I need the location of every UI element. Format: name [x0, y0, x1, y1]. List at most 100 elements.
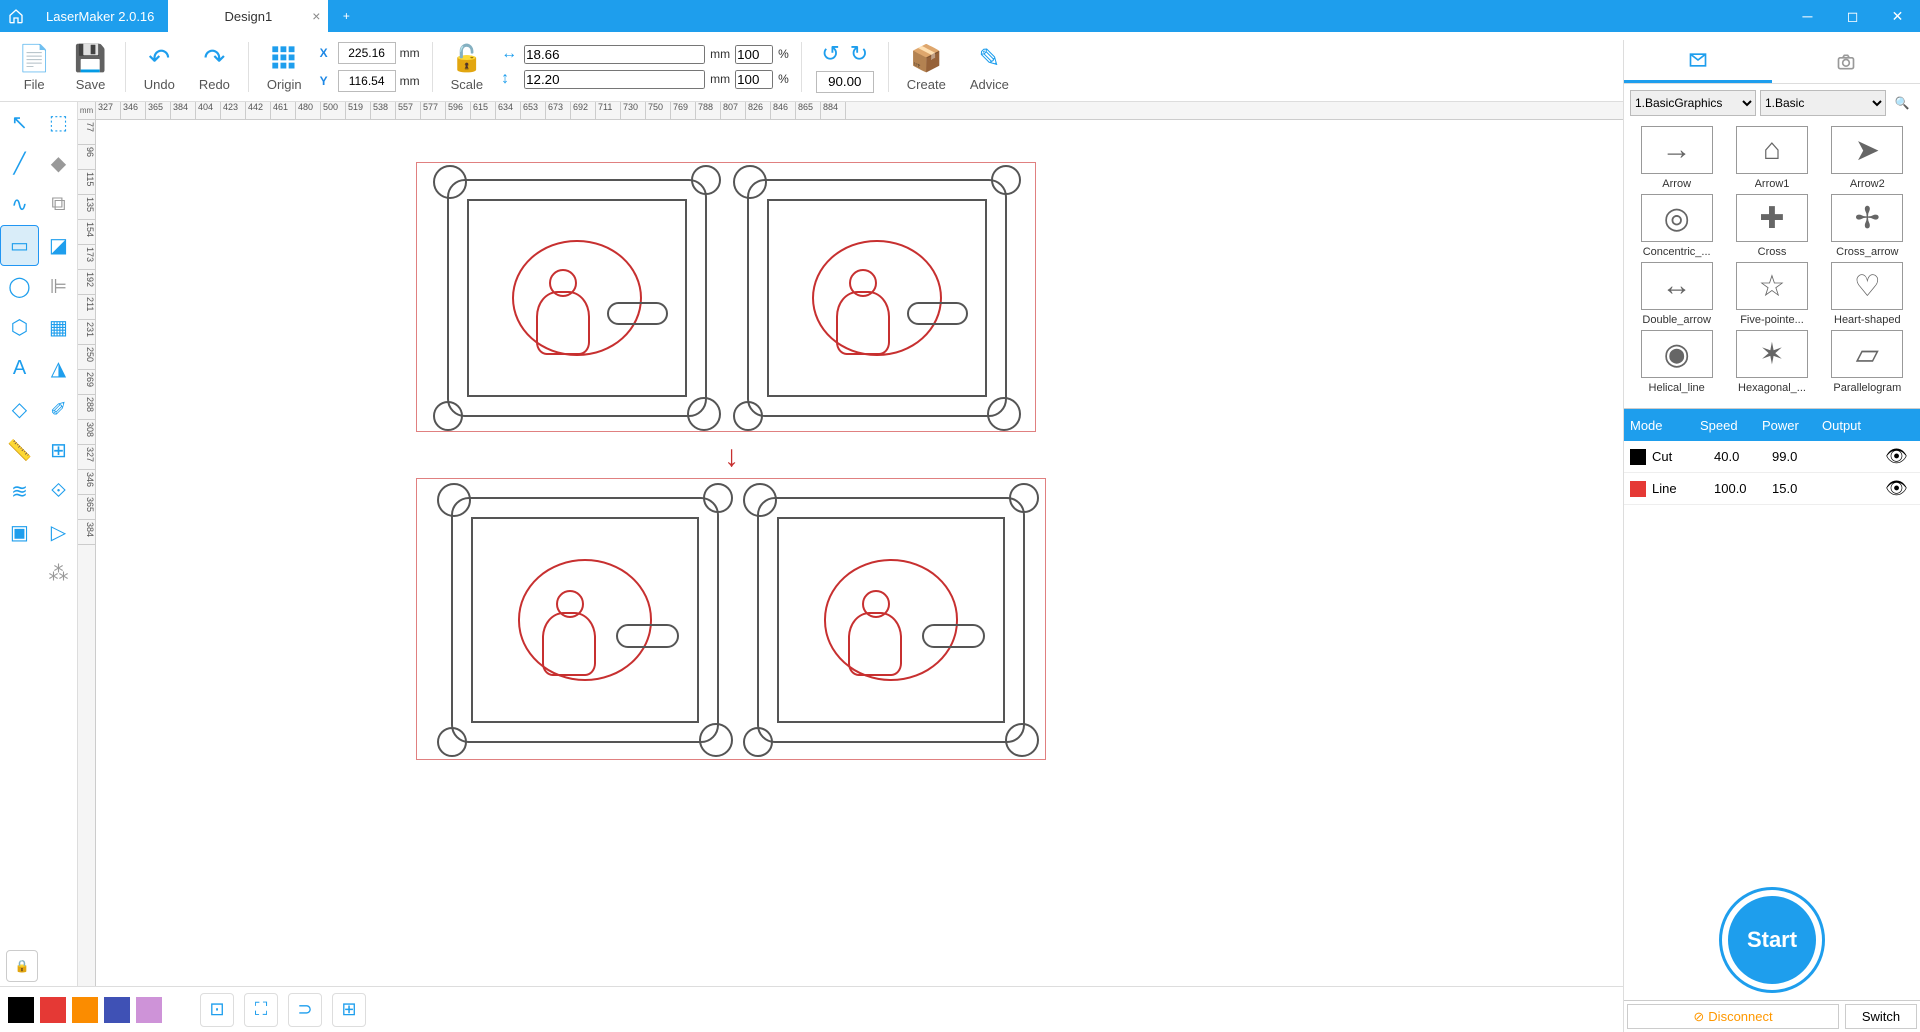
col-mode: Mode	[1624, 418, 1694, 433]
shape-item[interactable]: ▱Parallelogram	[1821, 330, 1914, 394]
layer-row[interactable]: Cut40.099.0👁	[1624, 441, 1920, 473]
app-title: LaserMaker 2.0.16	[32, 9, 168, 24]
start-button[interactable]: Start	[1722, 890, 1822, 990]
polygon-tool[interactable]: ⬡	[0, 307, 39, 348]
camera-tab[interactable]	[1772, 40, 1920, 83]
connection-status[interactable]: ⊘ Disconnect	[1627, 1004, 1839, 1029]
search-icon[interactable]: 🔍	[1890, 91, 1914, 115]
fit-button[interactable]: ⊡	[200, 993, 234, 1027]
save-button[interactable]: 💾Save	[62, 34, 118, 100]
layers-tool[interactable]: ≋	[0, 471, 39, 512]
scale-button[interactable]: 🔓Scale	[439, 34, 496, 100]
transform-tool[interactable]: ⟐	[39, 471, 78, 512]
path-tool[interactable]: ▷	[39, 512, 78, 553]
shape-category-1[interactable]: 1.BasicGraphics	[1630, 90, 1756, 116]
frame-tool[interactable]: ▣	[0, 512, 39, 553]
left-toolbox: ↖ ╱ ∿ ▭ ◯ ⬡ A ◇ 📏 ≋ ▣ ⬚ ◆ ⧉ ◪ ⊫ ▦ ◮ ✐ ⊞ …	[0, 102, 78, 986]
shape-item[interactable]: ➤Arrow2	[1821, 126, 1914, 190]
width-input[interactable]	[524, 45, 705, 64]
canvas[interactable]: ↓	[96, 120, 1623, 986]
light-tool[interactable]: ⁂	[39, 553, 78, 594]
y-label: Y	[320, 74, 334, 88]
tab-title: Design1	[225, 9, 273, 24]
design-frame	[747, 179, 1007, 417]
shape-thumb: →	[1641, 126, 1713, 174]
measure-tool[interactable]: 📏	[0, 430, 39, 471]
edit-nodes-tool[interactable]: ✐	[39, 389, 78, 430]
layer-visible-icon[interactable]: 👁	[1822, 446, 1920, 467]
shape-label: Hexagonal_...	[1738, 382, 1806, 394]
shape-item[interactable]: ↔Double_arrow	[1630, 262, 1723, 326]
ruler-vertical: 7796115135154173192211231250269288308327…	[78, 120, 96, 986]
color-swatch[interactable]	[8, 997, 34, 1023]
shape-label: Five-pointe...	[1740, 314, 1804, 326]
advice-button[interactable]: ✎Advice	[958, 34, 1021, 100]
shape-item[interactable]: ✢Cross_arrow	[1821, 194, 1914, 258]
color-swatch[interactable]	[72, 997, 98, 1023]
rectangle-tool[interactable]: ▭	[0, 225, 39, 266]
switch-button[interactable]: Switch	[1845, 1004, 1917, 1029]
scale-x-input[interactable]	[735, 45, 773, 64]
zoom-button[interactable]: ⛶	[244, 993, 278, 1027]
lock-icon[interactable]: 🔒	[6, 950, 38, 982]
layer-power: 99.0	[1762, 449, 1822, 464]
grid-toggle-button[interactable]: ⊞	[332, 993, 366, 1027]
shape-item[interactable]: ◉Helical_line	[1630, 330, 1723, 394]
color-swatch[interactable]	[40, 997, 66, 1023]
shape-item[interactable]: ⌂Arrow1	[1725, 126, 1818, 190]
shape-thumb: ✶	[1736, 330, 1808, 378]
home-icon[interactable]	[0, 0, 32, 32]
color-swatch[interactable]	[136, 997, 162, 1023]
shape-category-2[interactable]: 1.Basic	[1760, 90, 1886, 116]
fill-tool[interactable]: ◆	[39, 143, 78, 184]
shape-item[interactable]: ♡Heart-shaped	[1821, 262, 1914, 326]
design-group-top[interactable]	[416, 162, 1036, 432]
layer-mode: Cut	[1652, 449, 1700, 464]
height-input[interactable]	[524, 70, 705, 89]
origin-button[interactable]: Origin	[255, 34, 314, 100]
redo-button[interactable]: ↷Redo	[187, 34, 242, 100]
shapes-tab[interactable]	[1624, 40, 1772, 83]
rotate-cw-icon[interactable]: ↻	[850, 41, 868, 67]
grid-tool[interactable]: ▦	[39, 307, 78, 348]
magnet-button[interactable]: ⊃	[288, 993, 322, 1027]
curve-tool[interactable]: ∿	[0, 184, 39, 225]
eraser-tool[interactable]: ◇	[0, 389, 39, 430]
shape-item[interactable]: ✚Cross	[1725, 194, 1818, 258]
align-left-tool[interactable]: ⊫	[39, 266, 78, 307]
design-group-bottom[interactable]	[416, 478, 1046, 760]
select-tool[interactable]: ↖	[0, 102, 39, 143]
shape-item[interactable]: ☆Five-pointe...	[1725, 262, 1818, 326]
marquee-tool[interactable]: ⬚	[39, 102, 78, 143]
layer-color	[1630, 449, 1646, 465]
design-frame	[451, 497, 719, 743]
file-button[interactable]: 📄File	[6, 34, 62, 100]
add-tab-button[interactable]: +	[334, 4, 358, 28]
array-tool[interactable]: ⊞	[39, 430, 78, 471]
color-swatch[interactable]	[104, 997, 130, 1023]
close-icon[interactable]: ×	[312, 8, 320, 24]
angle-input[interactable]	[816, 71, 874, 93]
y-input[interactable]	[338, 70, 396, 92]
line-tool[interactable]: ╱	[0, 143, 39, 184]
mirror-tool[interactable]: ◮	[39, 348, 78, 389]
maximize-button[interactable]: ◻	[1830, 0, 1875, 32]
rotate-ccw-icon[interactable]: ↺	[821, 41, 839, 67]
ellipse-tool[interactable]: ◯	[0, 266, 39, 307]
x-input[interactable]	[338, 42, 396, 64]
layer-row[interactable]: Line100.015.0👁	[1624, 473, 1920, 505]
undo-button[interactable]: ↶Undo	[132, 34, 187, 100]
shape-item[interactable]: ✶ Hexagonal_...	[1725, 330, 1818, 394]
scale-y-input[interactable]	[735, 70, 773, 89]
layer-visible-icon[interactable]: 👁	[1822, 478, 1920, 499]
shape-item[interactable]: →Arrow	[1630, 126, 1723, 190]
create-button[interactable]: 📦Create	[895, 34, 958, 100]
text-tool[interactable]: A	[0, 348, 39, 389]
shape-label: Cross_arrow	[1836, 246, 1898, 258]
document-tab[interactable]: Design1 ×	[168, 0, 328, 32]
shape-item[interactable]: ◎Concentric_...	[1630, 194, 1723, 258]
filled-rect-tool[interactable]: ◪	[39, 225, 78, 266]
close-button[interactable]: ✕	[1875, 0, 1920, 32]
copy-shape-tool[interactable]: ⧉	[39, 184, 78, 225]
minimize-button[interactable]: ─	[1785, 0, 1830, 32]
